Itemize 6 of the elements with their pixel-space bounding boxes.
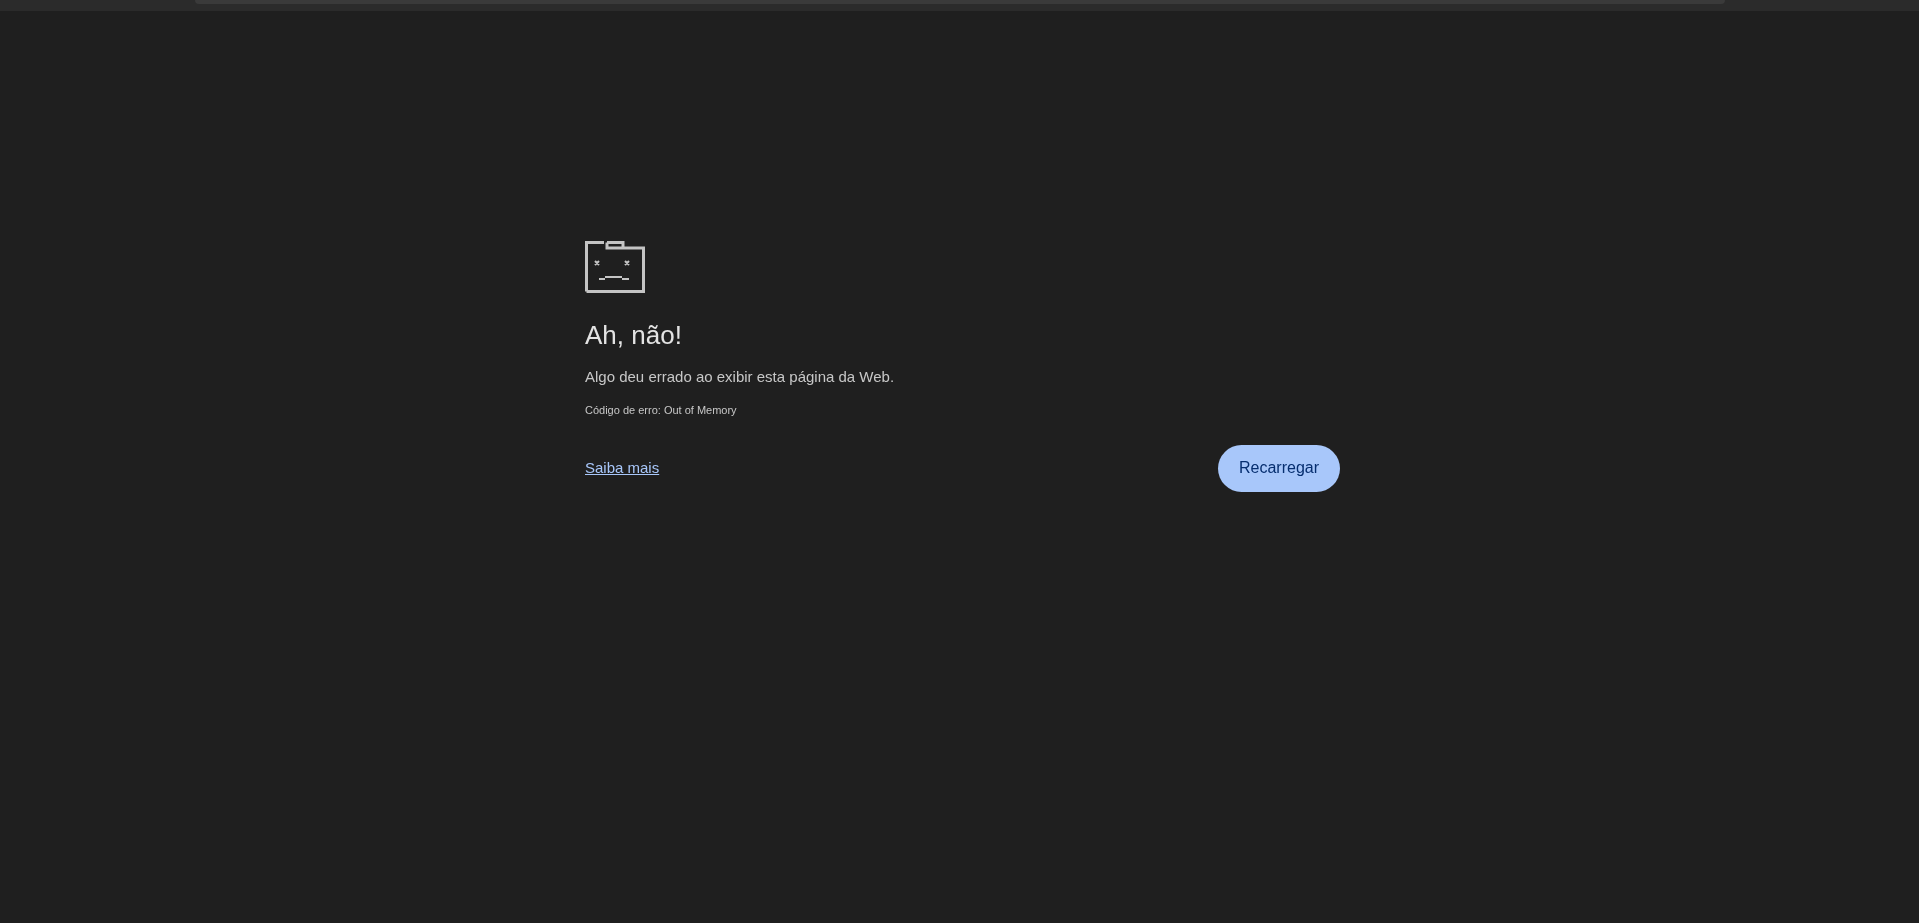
error-code: Código de erro: Out of Memory <box>585 403 738 418</box>
error-message: Algo deu errado ao exibir esta página da Web. <box>585 366 896 387</box>
error-heading: Ah, não! <box>585 319 683 352</box>
learn-more-link[interactable]: Saiba mais <box>585 456 660 480</box>
sad-tab-icon <box>585 241 645 293</box>
reload-button[interactable]: Recarregar <box>1217 444 1340 492</box>
